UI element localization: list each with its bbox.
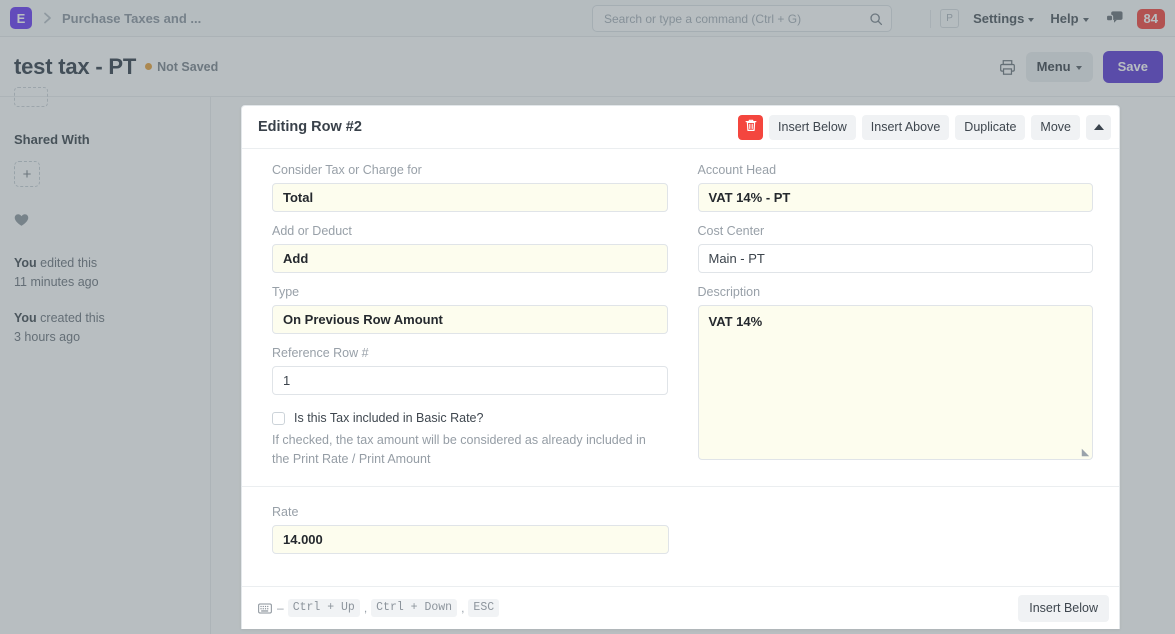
modal-section-rate: Rate 14.000 — [242, 487, 1119, 554]
shortcut-esc: ESC — [468, 599, 499, 617]
tax-included-checkbox-row[interactable]: Is this Tax included in Basic Rate? — [272, 411, 668, 425]
tax-included-label: Is this Tax included in Basic Rate? — [294, 411, 483, 425]
field-label: Add or Deduct — [272, 224, 668, 238]
field-add-or-deduct: Add or Deduct Add — [272, 224, 668, 273]
description-value: VAT 14% — [709, 314, 763, 329]
resize-grip-icon[interactable]: ◢ — [1082, 448, 1089, 457]
add-or-deduct-input[interactable]: Add — [272, 244, 668, 273]
modal-header-actions: Insert Below Insert Above Duplicate Move — [738, 115, 1111, 140]
hint-dash: – — [277, 601, 284, 615]
delete-row-button[interactable] — [738, 115, 763, 140]
consider-tax-or-charge-for-input[interactable]: Total — [272, 183, 668, 212]
modal-body: Consider Tax or Charge for Total Add or … — [242, 149, 1119, 472]
description-textarea[interactable]: VAT 14% ◢ — [698, 305, 1094, 460]
duplicate-button[interactable]: Duplicate — [955, 115, 1025, 140]
modal-footer: – Ctrl + Up , Ctrl + Down , ESC Insert B… — [242, 586, 1119, 629]
hint-separator: , — [364, 601, 367, 615]
footer-insert-below-button[interactable]: Insert Below — [1018, 595, 1109, 622]
chevron-up-icon — [1094, 124, 1104, 130]
field-description: Description VAT 14% ◢ — [698, 285, 1094, 460]
form-column-right: Account Head VAT 14% - PT Cost Center Ma… — [698, 163, 1094, 472]
insert-above-button[interactable]: Insert Above — [862, 115, 950, 140]
rate-input[interactable]: 14.000 — [272, 525, 669, 554]
field-label: Type — [272, 285, 668, 299]
field-label: Rate — [272, 505, 669, 519]
type-input[interactable]: On Previous Row Amount — [272, 305, 668, 334]
move-button[interactable]: Move — [1031, 115, 1080, 140]
insert-below-button[interactable]: Insert Below — [769, 115, 856, 140]
field-label: Reference Row # — [272, 346, 668, 360]
collapse-button[interactable] — [1086, 115, 1111, 140]
field-rate: Rate 14.000 — [272, 505, 669, 554]
field-consider-tax-or-charge-for: Consider Tax or Charge for Total — [272, 163, 668, 212]
field-type: Type On Previous Row Amount — [272, 285, 668, 334]
shortcut-ctrl-down: Ctrl + Down — [371, 599, 457, 617]
form-column-left: Consider Tax or Charge for Total Add or … — [272, 163, 668, 472]
keyboard-shortcuts-hint: – Ctrl + Up , Ctrl + Down , ESC — [258, 599, 1018, 617]
keyboard-icon — [258, 603, 272, 614]
trash-icon — [745, 119, 757, 135]
tax-included-help-text: If checked, the tax amount will be consi… — [272, 431, 657, 469]
field-account-head: Account Head VAT 14% - PT — [698, 163, 1094, 212]
field-label: Consider Tax or Charge for — [272, 163, 668, 177]
field-label: Account Head — [698, 163, 1094, 177]
field-cost-center: Cost Center Main - PT — [698, 224, 1094, 273]
field-label: Description — [698, 285, 1094, 299]
modal-title: Editing Row #2 — [258, 119, 738, 135]
account-head-input[interactable]: VAT 14% - PT — [698, 183, 1094, 212]
cost-center-input[interactable]: Main - PT — [698, 244, 1094, 273]
shortcut-ctrl-up: Ctrl + Up — [288, 599, 360, 617]
form-grid: Consider Tax or Charge for Total Add or … — [272, 163, 1093, 472]
field-label: Cost Center — [698, 224, 1094, 238]
tax-included-checkbox[interactable] — [272, 412, 285, 425]
modal-header: Editing Row #2 Insert Below Insert Above… — [242, 106, 1119, 149]
reference-row-input[interactable]: 1 — [272, 366, 668, 395]
field-reference-row: Reference Row # 1 — [272, 346, 668, 395]
row-editor-modal: Editing Row #2 Insert Below Insert Above… — [241, 105, 1120, 629]
hint-separator: , — [461, 601, 464, 615]
